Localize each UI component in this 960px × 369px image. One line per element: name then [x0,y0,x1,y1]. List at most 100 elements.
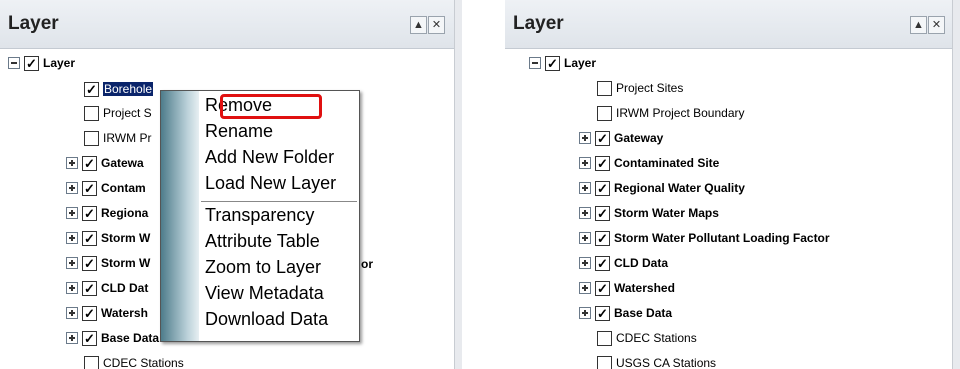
menu-item-transparency[interactable]: Transparency [205,205,314,226]
close-button[interactable]: ✕ [428,16,445,34]
panel-title: Layer [513,13,564,34]
expand-icon[interactable] [66,282,78,294]
tree-row[interactable]: ✓ Base Data [66,327,159,349]
tree-row[interactable]: ✓ Watersh [66,302,148,324]
remove-highlight-box [220,94,322,119]
tree-row[interactable]: ✓ Storm W [66,227,150,249]
checkbox-checked-icon[interactable]: ✓ [82,180,97,196]
expand-icon[interactable] [579,257,591,269]
expand-icon[interactable] [66,257,78,269]
tree-row-layer[interactable]: ✓ Layer [8,52,75,74]
tree-row[interactable]: ✓ Gatewa [66,152,144,174]
tree-row[interactable]: ✓ Contaminated Site [579,152,719,174]
tree-row-label: IRWM Pr [103,131,152,145]
expand-icon[interactable] [66,157,78,169]
expand-icon[interactable] [66,207,78,219]
checkbox-checked-icon[interactable]: ✓ [82,205,97,221]
tree-row-label: Regiona [101,206,149,220]
tree-row-label: CLD Data [614,256,669,270]
tree-row[interactable]: Project S [84,102,152,124]
menu-item-rename[interactable]: Rename [205,121,273,142]
checkbox-checked-icon[interactable]: ✓ [82,280,97,296]
expand-icon[interactable] [66,182,78,194]
tree-row-layer[interactable]: ✓ Layer [529,52,596,74]
tree-row-label: Watershed [614,281,675,295]
checkbox-checked-icon[interactable]: ✓ [595,205,610,221]
menu-item-add-new-folder[interactable]: Add New Folder [205,147,334,168]
collapse-icon[interactable] [529,57,541,69]
menu-item-attribute-table[interactable]: Attribute Table [205,231,320,252]
tree-row[interactable]: CDEC Stations [597,327,697,349]
tree-row-label: IRWM Project Boundary [616,106,745,120]
layer-panel-left: Layer ▲ ✕ ✓ Layer ✓ Borehole Project S I… [0,0,462,369]
menu-item-load-new-layer[interactable]: Load New Layer [205,173,336,194]
expand-icon[interactable] [579,282,591,294]
collapse-button[interactable]: ▲ [410,16,427,34]
checkbox-icon[interactable] [84,130,99,146]
checkbox-checked-icon[interactable]: ✓ [82,255,97,271]
tree-row-label: CDEC Stations [616,331,697,345]
collapse-button[interactable]: ▲ [910,16,927,34]
expand-icon[interactable] [579,182,591,194]
tree-row[interactable]: ✓ Storm Water Pollutant Loading Factor [579,227,830,249]
tree-row[interactable]: ✓ Gateway [579,127,663,149]
tree-row-label: Storm Water Maps [614,206,719,220]
menu-item-view-metadata[interactable]: View Metadata [205,283,324,304]
tree-row-label: Layer [564,56,597,70]
checkbox-icon[interactable] [84,105,99,121]
expand-icon[interactable] [579,132,591,144]
expand-icon[interactable] [579,207,591,219]
tree-row-label: Gateway [614,131,664,145]
tree-row-borehole[interactable]: ✓ Borehole [84,78,154,100]
checkbox-icon[interactable] [597,80,612,96]
tree-row[interactable]: ✓ Storm Water Maps [579,202,719,224]
checkbox-checked-icon[interactable]: ✓ [24,55,39,71]
checkbox-checked-icon[interactable]: ✓ [82,155,97,171]
collapse-icon[interactable] [8,57,20,69]
expand-icon[interactable] [66,307,78,319]
expand-icon[interactable] [579,157,591,169]
checkbox-checked-icon[interactable]: ✓ [595,130,610,146]
tree-row[interactable]: CDEC Stations [84,352,184,369]
tree-row[interactable]: IRWM Project Boundary [597,102,745,124]
checkbox-icon[interactable] [84,355,99,369]
expand-icon[interactable] [66,232,78,244]
checkbox-icon[interactable] [597,330,612,346]
checkbox-checked-icon[interactable]: ✓ [595,280,610,296]
checkbox-checked-icon[interactable]: ✓ [595,255,610,271]
expand-icon[interactable] [579,307,591,319]
tree-row[interactable]: Project Sites [597,77,683,99]
checkbox-icon[interactable] [597,355,612,369]
checkbox-icon[interactable] [597,105,612,121]
tree-row[interactable]: USGS CA Stations [597,352,716,369]
checkbox-checked-icon[interactable]: ✓ [82,330,97,346]
tree-row[interactable]: ✓ Base Data [579,302,672,324]
expand-icon[interactable] [579,232,591,244]
close-button[interactable]: ✕ [928,16,945,34]
checkbox-checked-icon[interactable]: ✓ [595,230,610,246]
tree-row-label: Regional Water Quality [614,181,745,195]
tree-row[interactable]: ✓ Contam [66,177,146,199]
tree-row[interactable]: ✓ CLD Data [579,252,668,274]
tree-row-label: Contam [101,181,146,195]
tree-row[interactable]: ✓ Regiona [66,202,148,224]
tree-row[interactable]: ✓ Regional Water Quality [579,177,745,199]
checkbox-checked-icon[interactable]: ✓ [595,180,610,196]
layer-tree: ✓ Layer Project Sites IRWM Project Bound… [505,49,960,369]
tree-row-label: Borehole [103,82,154,96]
checkbox-checked-icon[interactable]: ✓ [595,305,610,321]
checkbox-checked-icon[interactable]: ✓ [82,230,97,246]
checkbox-checked-icon[interactable]: ✓ [545,55,560,71]
tree-row[interactable]: ✓ Watershed [579,277,675,299]
tree-row[interactable]: ✓ CLD Dat [66,277,148,299]
tree-row[interactable]: ✓ Storm W [66,252,150,274]
checkbox-checked-icon[interactable]: ✓ [595,155,610,171]
menu-item-download-data[interactable]: Download Data [205,309,328,330]
tree-row-label: Project S [103,106,152,120]
checkbox-checked-icon[interactable]: ✓ [84,81,99,97]
menu-item-zoom-to-layer[interactable]: Zoom to Layer [205,257,321,278]
expand-icon[interactable] [66,332,78,344]
checkbox-checked-icon[interactable]: ✓ [82,305,97,321]
tree-row-label: CLD Dat [101,281,149,295]
tree-row[interactable]: IRWM Pr [84,127,151,149]
